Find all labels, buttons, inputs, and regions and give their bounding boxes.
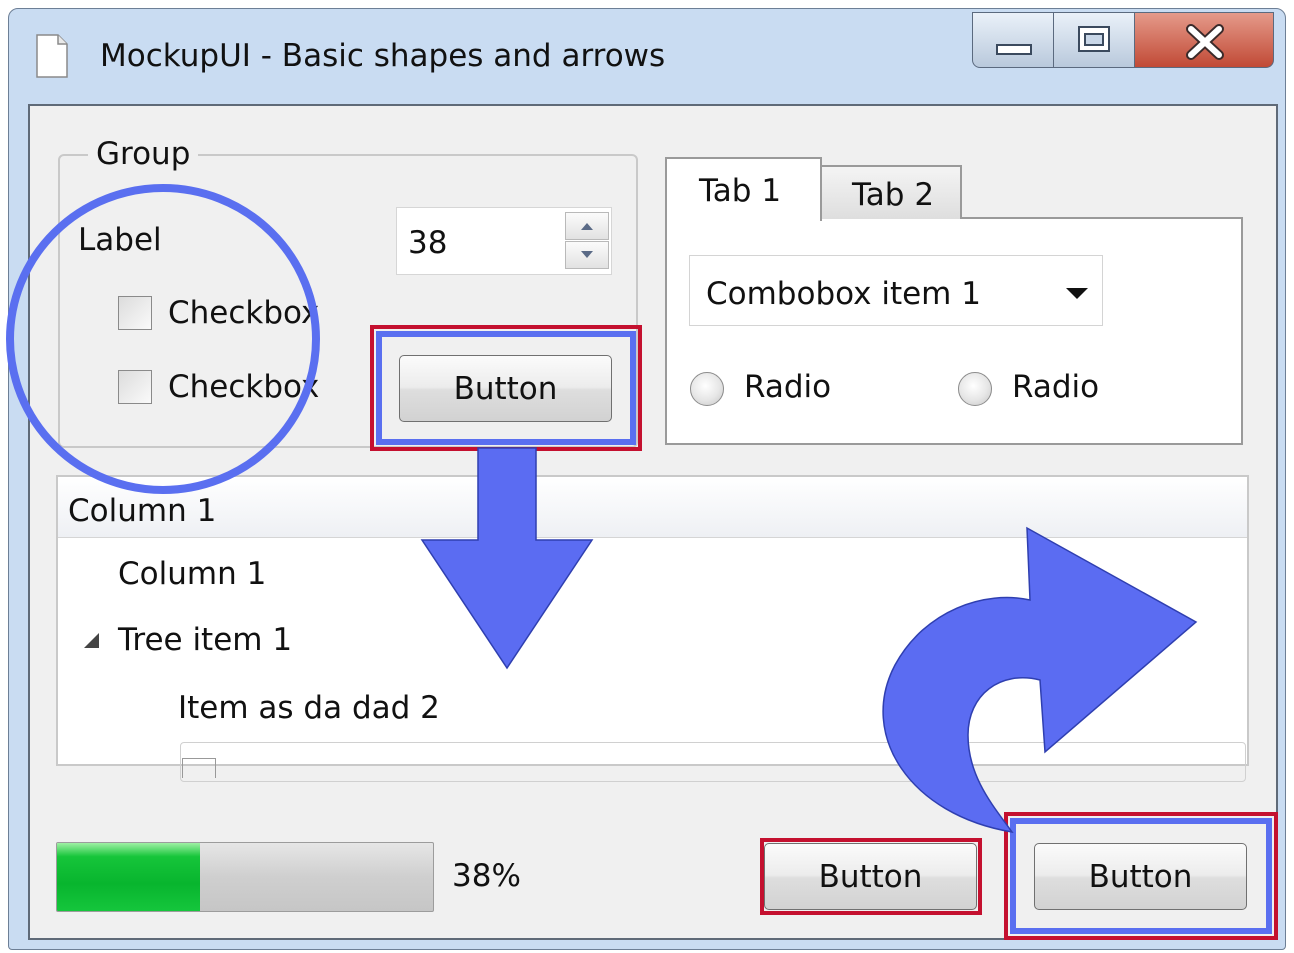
arrow-up-icon: [581, 223, 593, 230]
checkbox-2-label[interactable]: Checkbox: [168, 369, 319, 405]
tree-column-header[interactable]: [58, 477, 1247, 538]
tab-panel: [665, 217, 1243, 445]
combobox-value[interactable]: Combobox item 1: [706, 276, 981, 312]
tab-1[interactable]: Tab 1: [665, 157, 822, 221]
spinbox-value[interactable]: 38: [408, 225, 447, 261]
progress-bar-fill: [57, 843, 200, 911]
spinbox-up-button[interactable]: [565, 212, 609, 240]
highlight-blue-box: [376, 331, 636, 445]
radio-2[interactable]: [958, 372, 992, 406]
minimize-icon: [996, 44, 1032, 55]
static-label: Label: [78, 222, 162, 258]
tree-item-checkbox[interactable]: [182, 758, 216, 778]
progress-bar: [56, 842, 434, 912]
tree-nested-row: [180, 742, 1246, 782]
document-icon: [36, 34, 68, 78]
tree-item[interactable]: Column 1: [118, 556, 266, 592]
tree-item[interactable]: Tree item 1: [118, 622, 292, 658]
spinbox-down-button[interactable]: [565, 241, 609, 269]
maximize-icon: [1078, 26, 1110, 52]
window-title: MockupUI - Basic shapes and arrows: [100, 38, 666, 74]
radio-2-label[interactable]: Radio: [1012, 369, 1099, 405]
minimize-button[interactable]: [972, 12, 1054, 68]
maximize-button[interactable]: [1053, 12, 1135, 68]
close-icon: [1186, 24, 1224, 60]
tree-item[interactable]: Item as da dad 2: [178, 690, 440, 726]
highlight-red-box: [760, 838, 982, 915]
checkbox-1-label[interactable]: Checkbox: [168, 295, 319, 331]
radio-1-label[interactable]: Radio: [744, 369, 831, 405]
tree-column-header-label[interactable]: Column 1: [68, 493, 216, 529]
chevron-down-icon[interactable]: [1066, 288, 1088, 299]
close-button[interactable]: [1134, 12, 1274, 68]
expand-triangle-icon[interactable]: [84, 633, 99, 648]
progress-percent-label: 38%: [452, 858, 521, 894]
arrow-down-icon: [581, 251, 593, 258]
tab-2[interactable]: Tab 2: [820, 165, 962, 219]
group-box-title: Group: [88, 136, 199, 172]
checkbox-1[interactable]: [118, 296, 152, 330]
highlight-blue-box: [1010, 818, 1272, 934]
radio-1[interactable]: [690, 372, 724, 406]
checkbox-2[interactable]: [118, 370, 152, 404]
